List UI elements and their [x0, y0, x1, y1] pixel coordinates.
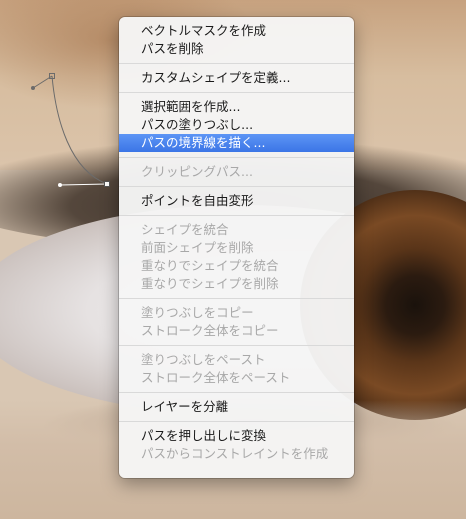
- path-curve: [51, 75, 108, 185]
- menu-separator: [119, 63, 354, 64]
- menu-separator: [119, 421, 354, 422]
- direction-line: [59, 183, 108, 186]
- menu-item: 重なりでシェイプを削除: [141, 276, 279, 291]
- menu-separator: [119, 157, 354, 158]
- menu-item[interactable]: パスを押し出しに変換: [119, 427, 354, 445]
- menu-item: ストローク全体をコピー: [141, 323, 279, 338]
- menu-separator: [119, 92, 354, 93]
- work-path[interactable]: [0, 0, 130, 200]
- menu-separator: [119, 345, 354, 346]
- menu-item[interactable]: パスの塗りつぶし...: [119, 116, 354, 134]
- menu-item: シェイプを統合: [141, 222, 229, 237]
- direction-handle: [58, 183, 62, 187]
- menu-item[interactable]: カスタムシェイプを定義...: [119, 69, 354, 87]
- menu-item: 前面シェイプを削除: [141, 240, 254, 255]
- menu-separator: [119, 298, 354, 299]
- menu-item[interactable]: パスを削除: [119, 40, 354, 58]
- menu-separator: [119, 392, 354, 393]
- menu-item: ストローク全体をペースト: [141, 370, 291, 385]
- menu-item: 塗りつぶしをコピー: [141, 305, 254, 320]
- menu-item[interactable]: ベクトルマスクを作成: [119, 22, 354, 40]
- menu-separator: [119, 215, 354, 216]
- menu-item: パスからコンストレイントを作成: [141, 446, 329, 461]
- direction-handle: [31, 86, 35, 90]
- menu-item-highlighted[interactable]: パスの境界線を描く...: [119, 134, 354, 152]
- menu-item[interactable]: レイヤーを分離: [119, 398, 354, 416]
- menu-separator: [119, 186, 354, 187]
- path-context-menu: ベクトルマスクを作成 パスを削除 カスタムシェイプを定義... 選択範囲を作成... パ…: [119, 17, 354, 478]
- menu-item: 重なりでシェイプを統合: [141, 258, 279, 273]
- menu-item[interactable]: ポイントを自由変形: [119, 192, 354, 210]
- menu-item: クリッピングパス...: [141, 164, 253, 179]
- anchor-point-selected: [104, 181, 110, 187]
- menu-item[interactable]: 選択範囲を作成...: [119, 98, 354, 116]
- menu-item: 塗りつぶしをペースト: [141, 352, 266, 367]
